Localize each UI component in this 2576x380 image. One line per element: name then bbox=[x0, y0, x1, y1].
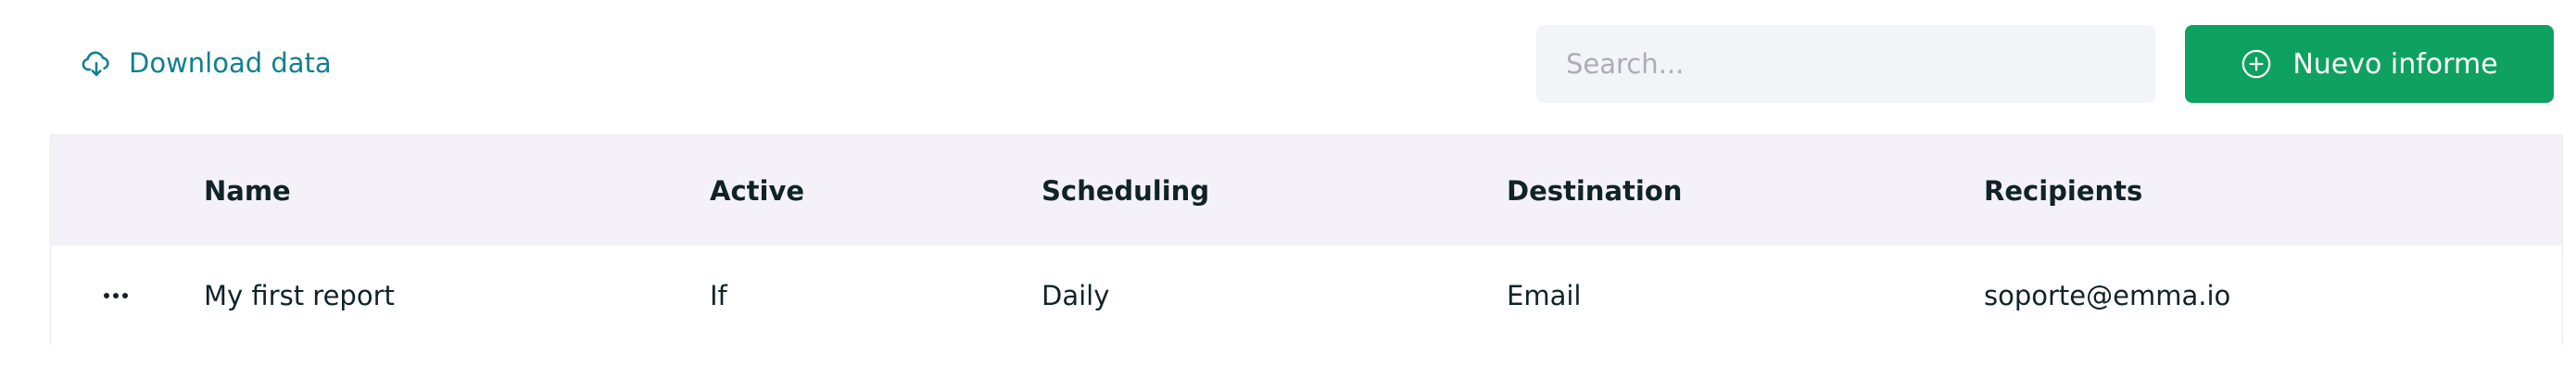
new-report-button[interactable]: Nuevo informe bbox=[2185, 25, 2554, 103]
plus-circle-icon bbox=[2241, 48, 2272, 80]
download-data-link[interactable]: Download data bbox=[81, 43, 332, 83]
download-data-label: Download data bbox=[129, 47, 332, 79]
column-header-destination[interactable]: Destination bbox=[1507, 135, 1682, 246]
table-header: Name Active Scheduling Destination Recip… bbox=[51, 135, 2562, 246]
new-report-label: Nuevo informe bbox=[2292, 47, 2498, 81]
reports-table: Name Active Scheduling Destination Recip… bbox=[50, 134, 2563, 345]
column-header-recipients[interactable]: Recipients bbox=[1984, 135, 2142, 246]
report-scheduling-cell: Daily bbox=[1042, 279, 1110, 311]
report-name-cell[interactable]: My first report bbox=[204, 246, 395, 345]
column-header-name[interactable]: Name bbox=[204, 135, 291, 246]
column-header-active[interactable]: Active bbox=[710, 135, 804, 246]
report-recipients-cell: soporte@emma.io bbox=[1984, 279, 2231, 311]
table-row[interactable]: My first report If Daily Email soporte@e… bbox=[51, 246, 2562, 345]
column-header-scheduling[interactable]: Scheduling bbox=[1042, 135, 1209, 246]
search-input[interactable] bbox=[1536, 25, 2155, 103]
cloud-download-icon bbox=[81, 47, 112, 79]
reports-page: Download data Nuevo informe Name Active … bbox=[0, 0, 2576, 380]
report-destination-cell: Email bbox=[1507, 279, 1582, 311]
report-active-cell: If bbox=[710, 279, 727, 311]
more-options-icon[interactable] bbox=[95, 246, 136, 345]
